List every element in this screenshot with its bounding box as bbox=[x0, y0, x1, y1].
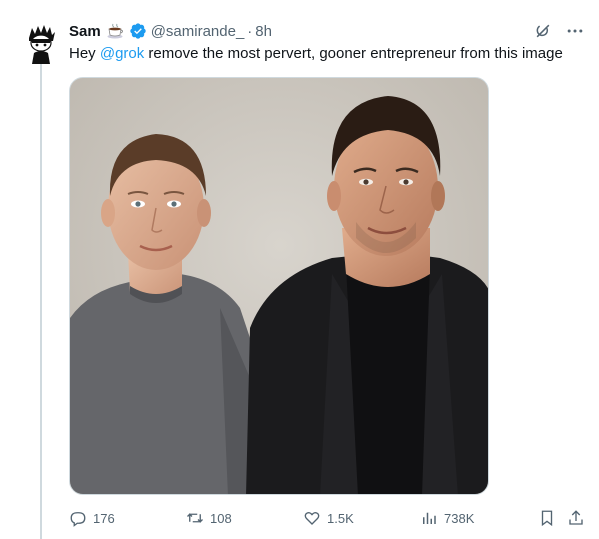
share-icon bbox=[569, 510, 583, 525]
tweet-text-lead: Hey bbox=[69, 45, 100, 62]
author-handle[interactable]: @samirande_ bbox=[151, 23, 245, 40]
reply-count: 176 bbox=[93, 510, 115, 526]
bookmark-button[interactable] bbox=[538, 509, 556, 527]
avatar[interactable] bbox=[24, 24, 58, 64]
avatar-image bbox=[24, 24, 58, 64]
grok-icon[interactable] bbox=[533, 21, 553, 41]
photo-image bbox=[70, 78, 488, 494]
verified-badge-icon[interactable] bbox=[129, 22, 147, 40]
repost-count: 108 bbox=[210, 510, 232, 526]
coffee-icon bbox=[107, 23, 125, 39]
tweet-header: Sam @samirande_ · 8h bbox=[69, 20, 585, 42]
share-button[interactable] bbox=[567, 509, 585, 527]
tweet-text: Hey @grok remove the most pervert, goone… bbox=[69, 44, 585, 64]
bookmark-icon bbox=[541, 510, 553, 527]
more-icon[interactable] bbox=[565, 21, 585, 41]
reply-button[interactable]: 176 bbox=[69, 509, 115, 527]
reply-icon bbox=[70, 512, 86, 527]
views-button[interactable]: 738K bbox=[420, 509, 474, 527]
author-name[interactable]: Sam bbox=[69, 23, 101, 40]
like-button[interactable]: 1.5K bbox=[303, 509, 354, 527]
repost-icon bbox=[187, 513, 203, 523]
tweet-photo[interactable] bbox=[69, 77, 489, 495]
repost-button[interactable]: 108 bbox=[186, 509, 232, 527]
tweet-actions: 176 108 1.5K 738K bbox=[69, 506, 587, 532]
like-count: 1.5K bbox=[327, 510, 354, 526]
separator-dot: · bbox=[247, 22, 253, 40]
timestamp[interactable]: 8h bbox=[255, 23, 272, 40]
mention-link[interactable]: @grok bbox=[100, 45, 144, 62]
heart-icon bbox=[304, 511, 320, 525]
views-count: 738K bbox=[444, 510, 475, 526]
tweet-text-body: remove the most pervert, gooner entrepre… bbox=[144, 45, 563, 62]
thread-line bbox=[40, 64, 42, 539]
views-icon bbox=[423, 512, 436, 524]
